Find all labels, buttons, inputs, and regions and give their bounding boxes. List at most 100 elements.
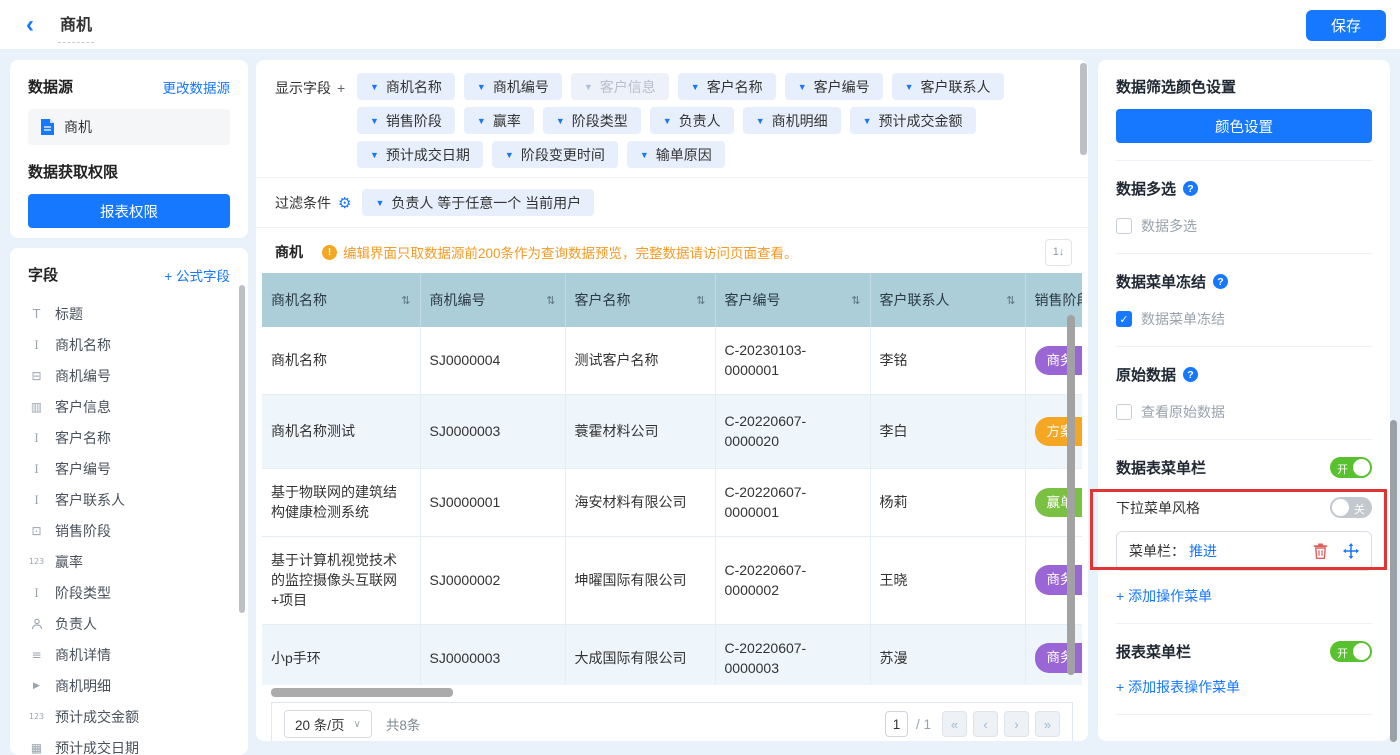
raw-data-checkbox[interactable] bbox=[1116, 404, 1132, 420]
back-icon[interactable]: ‹ bbox=[26, 13, 34, 37]
field-tag[interactable]: ▼客户名称 bbox=[678, 73, 776, 100]
field-item[interactable]: I商机名称 bbox=[28, 329, 230, 360]
change-datasource-link[interactable]: 更改数据源 bbox=[163, 77, 231, 97]
column-header[interactable]: 商机编号⇅ bbox=[420, 273, 565, 327]
field-tag[interactable]: ▼预计成交日期 bbox=[357, 141, 483, 168]
field-tag[interactable]: ▼客户联系人 bbox=[892, 73, 1004, 100]
report-menu-title: 报表菜单栏 bbox=[1116, 641, 1191, 662]
table-row[interactable]: 基于计算机视觉技术的监控摄像头互联网+项目 SJ0000002 坤曜国际有限公司… bbox=[262, 536, 1082, 624]
add-report-action-menu-link[interactable]: + 添加报表操作菜单 bbox=[1116, 677, 1372, 697]
sort-arrows-icon[interactable]: ⇅ bbox=[696, 294, 705, 307]
field-item[interactable]: T标题 bbox=[28, 298, 230, 329]
caret-down-icon[interactable]: ▼ bbox=[756, 116, 765, 126]
field-item[interactable]: 负责人 bbox=[28, 608, 230, 639]
field-item[interactable]: ▥客户信息 bbox=[28, 391, 230, 422]
caret-down-icon[interactable]: ▼ bbox=[798, 82, 807, 92]
table-row[interactable]: 商机名称 SJ0000004 测试客户名称 C-20230103-0000001… bbox=[262, 327, 1082, 394]
caret-down-icon[interactable]: ▼ bbox=[863, 116, 872, 126]
sort-icon[interactable]: 1↓ bbox=[1045, 239, 1072, 266]
field-tag[interactable]: ▼商机明细 bbox=[743, 107, 841, 134]
field-tag-disabled[interactable]: ▼客户信息 bbox=[571, 73, 669, 100]
sort-arrows-icon[interactable]: ⇅ bbox=[401, 294, 410, 307]
caret-down-icon[interactable]: ▼ bbox=[640, 150, 649, 160]
sort-arrows-icon[interactable]: ⇅ bbox=[546, 294, 555, 307]
column-header[interactable]: 商机名称⇅ bbox=[262, 273, 420, 327]
caret-down-icon[interactable]: ▼ bbox=[691, 82, 700, 92]
expand-icon[interactable]: ▶ bbox=[28, 681, 45, 691]
main-panel-scrollbar[interactable] bbox=[1080, 63, 1087, 155]
field-tag[interactable]: ▼输单原因 bbox=[627, 141, 725, 168]
field-item[interactable]: ▦预计成交日期 bbox=[28, 732, 230, 755]
field-item[interactable]: ▶商机明细 bbox=[28, 670, 230, 701]
sort-arrows-icon[interactable]: ⇅ bbox=[1006, 294, 1015, 307]
field-tag[interactable]: ▼商机名称 bbox=[357, 73, 455, 100]
color-settings-button[interactable]: 颜色设置 bbox=[1116, 109, 1372, 143]
caret-down-icon[interactable]: ▼ bbox=[663, 116, 672, 126]
dropdown-style-toggle[interactable]: 关 bbox=[1330, 497, 1372, 518]
caret-down-icon[interactable]: ▼ bbox=[505, 150, 514, 160]
sort-arrows-icon[interactable]: ⇅ bbox=[851, 294, 860, 307]
table-horizontal-scrollbar[interactable] bbox=[271, 688, 453, 697]
save-button[interactable]: 保存 bbox=[1306, 10, 1386, 41]
column-header[interactable]: 客户名称⇅ bbox=[565, 273, 715, 327]
field-tag[interactable]: ▼客户编号 bbox=[785, 73, 883, 100]
table-row[interactable]: 小p手环 SJ0000003 大成国际有限公司 C-20220607-00000… bbox=[262, 624, 1082, 685]
menu-freeze-checkbox[interactable]: ✓ bbox=[1116, 311, 1132, 327]
field-item[interactable]: I客户名称 bbox=[28, 422, 230, 453]
field-item[interactable]: ⊡销售阶段 bbox=[28, 515, 230, 546]
caret-down-icon[interactable]: ▼ bbox=[556, 116, 565, 126]
caret-down-icon[interactable]: ▼ bbox=[370, 116, 379, 126]
caret-down-icon[interactable]: ▼ bbox=[905, 82, 914, 92]
field-tag[interactable]: ▼阶段变更时间 bbox=[492, 141, 618, 168]
table-row[interactable]: 基于物联网的建筑结构健康检测系统 SJ0000001 海安材料有限公司 C-20… bbox=[262, 469, 1082, 537]
next-page-button[interactable]: › bbox=[1004, 711, 1029, 737]
page-scrollbar[interactable] bbox=[1390, 420, 1397, 742]
field-tag[interactable]: ▼销售阶段 bbox=[357, 107, 455, 134]
trash-icon[interactable] bbox=[1313, 543, 1328, 559]
caret-down-icon[interactable]: ▼ bbox=[370, 150, 379, 160]
prev-page-button[interactable]: ‹ bbox=[973, 711, 998, 737]
table-row[interactable]: 商机名称测试 SJ0000003 蓑霍材料公司 C-20220607-00000… bbox=[262, 394, 1082, 469]
fields-scrollbar[interactable] bbox=[239, 285, 245, 613]
column-header[interactable]: 客户编号⇅ bbox=[715, 273, 870, 327]
field-item[interactable]: I客户联系人 bbox=[28, 484, 230, 515]
caret-down-icon[interactable]: ▼ bbox=[370, 82, 379, 92]
field-tag[interactable]: ▼负责人 bbox=[650, 107, 734, 134]
table-menu-toggle[interactable]: 开 bbox=[1330, 457, 1372, 478]
field-tag[interactable]: ▼阶段类型 bbox=[543, 107, 641, 134]
add-action-menu-link[interactable]: + 添加操作菜单 bbox=[1116, 586, 1372, 606]
add-display-field-button[interactable]: + bbox=[337, 80, 345, 96]
report-permission-button[interactable]: 报表权限 bbox=[28, 194, 230, 228]
add-formula-field-link[interactable]: + 公式字段 bbox=[164, 265, 230, 285]
field-item[interactable]: 123预计成交金额 bbox=[28, 701, 230, 732]
first-page-button[interactable]: « bbox=[942, 711, 967, 737]
caret-down-icon[interactable]: ▼ bbox=[375, 198, 384, 208]
field-item[interactable]: 123赢率 bbox=[28, 546, 230, 577]
page-size-select[interactable]: 20 条/页 ∨ bbox=[284, 710, 372, 738]
move-icon[interactable] bbox=[1343, 543, 1359, 559]
filter-condition-tag[interactable]: ▼负责人 等于任意一个 当前用户 bbox=[362, 189, 594, 216]
table-vertical-scrollbar[interactable] bbox=[1067, 315, 1075, 675]
column-header[interactable]: 客户联系人⇅ bbox=[870, 273, 1025, 327]
datasource-card: 数据源 更改数据源 商机 数据获取权限 报表权限 bbox=[10, 60, 248, 238]
caret-down-icon[interactable]: ▼ bbox=[477, 82, 486, 92]
report-menu-toggle[interactable]: 开 bbox=[1330, 641, 1372, 662]
help-icon[interactable]: ? bbox=[1183, 181, 1198, 196]
field-item[interactable]: I阶段类型 bbox=[28, 577, 230, 608]
caret-down-icon[interactable]: ▼ bbox=[477, 116, 486, 126]
last-page-button[interactable]: » bbox=[1035, 711, 1060, 737]
field-tag[interactable]: ▼商机编号 bbox=[464, 73, 562, 100]
field-tag[interactable]: ▼预计成交金额 bbox=[850, 107, 976, 134]
multi-select-checkbox[interactable] bbox=[1116, 218, 1132, 234]
menu-item-value[interactable]: 推进 bbox=[1189, 541, 1217, 561]
current-page-input[interactable]: 1 bbox=[885, 711, 908, 737]
datasource-item[interactable]: 商机 bbox=[28, 109, 230, 145]
help-icon[interactable]: ? bbox=[1183, 367, 1198, 382]
field-item[interactable]: ≡商机详情 bbox=[28, 639, 230, 670]
field-tag[interactable]: ▼赢率 bbox=[464, 107, 534, 134]
field-item[interactable]: I客户编号 bbox=[28, 453, 230, 484]
cell-name: 商机名称测试 bbox=[262, 394, 420, 469]
field-item[interactable]: ⊟商机编号 bbox=[28, 360, 230, 391]
gear-icon[interactable]: ⚙ bbox=[338, 194, 351, 212]
help-icon[interactable]: ? bbox=[1213, 274, 1228, 289]
